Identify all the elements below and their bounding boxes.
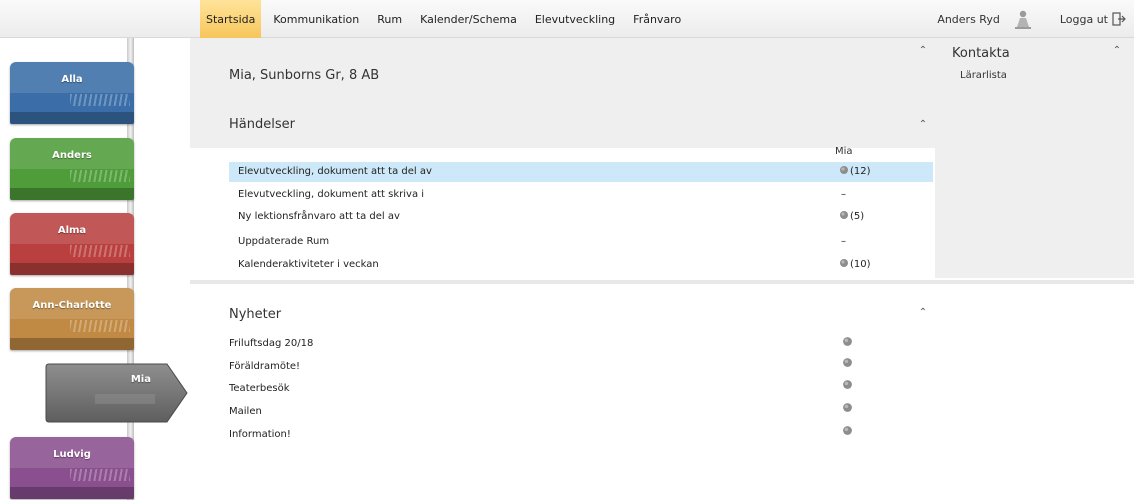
gray-dot-icon[interactable] [842, 402, 853, 413]
nav-kommunikation[interactable]: Kommunikation [267, 0, 365, 38]
nav-rum[interactable]: Rum [371, 0, 408, 38]
event-count-value: – [841, 236, 846, 247]
student-tab-ludvig[interactable]: Ludvig [10, 437, 134, 499]
event-count[interactable]: (5) [839, 207, 864, 227]
event-count-value: (12) [850, 166, 871, 177]
event-count-value: (10) [850, 259, 871, 270]
event-row[interactable]: Ny lektionsfrånvaro att ta del av (5) [229, 207, 933, 227]
user-area: Anders Ryd Logga ut [937, 0, 1126, 38]
gray-dot-icon[interactable] [842, 336, 853, 347]
student-tab-label: Mia [130, 374, 151, 385]
section-divider [190, 280, 1134, 284]
event-label: Kalenderaktiviteter i veckan [238, 259, 379, 270]
news-item[interactable]: Friluftsdag 20/18 [229, 334, 313, 354]
student-tab-label: Ludvig [53, 449, 91, 460]
gray-dot-icon[interactable] [842, 357, 853, 368]
double-chevron-up-icon[interactable]: ⌃ [918, 308, 928, 318]
student-tab-alma[interactable]: Alma [10, 213, 134, 275]
nav-startsida[interactable]: Startsida [200, 0, 262, 38]
event-label: Uppdaterade Rum [238, 236, 330, 247]
gray-dot-icon[interactable] [842, 379, 853, 390]
event-row[interactable]: Elevutveckling, dokument att ta del av (… [229, 162, 933, 182]
event-count-value: (5) [850, 211, 865, 222]
event-label: Ny lektionsfrånvaro att ta del av [238, 211, 400, 222]
events-heading: Händelser [229, 117, 295, 132]
teacher-list-link[interactable]: Lärarlista [960, 70, 1007, 81]
student-tab-label: Alla [61, 74, 83, 85]
event-label: Elevutveckling, dokument att skriva i [238, 189, 425, 200]
double-chevron-up-icon[interactable]: ⌃ [918, 120, 928, 130]
events-column-header: Mia [835, 146, 853, 157]
contact-heading: Kontakta [952, 46, 1010, 61]
event-label: Elevutveckling, dokument att ta del av [238, 166, 432, 177]
news-item[interactable]: Föräldramöte! [229, 357, 300, 377]
event-row[interactable]: Kalenderaktiviteter i veckan (10) [229, 255, 933, 275]
student-tab-mia-selected[interactable]: Mia [45, 362, 189, 424]
gray-dot-icon[interactable] [842, 425, 853, 436]
logout-icon[interactable] [1112, 12, 1126, 26]
news-item[interactable]: Information! [229, 425, 291, 445]
student-tab-anders[interactable]: Anders [10, 138, 134, 200]
nav-elevutveckling[interactable]: Elevutveckling [529, 0, 621, 38]
user-name[interactable]: Anders Ryd [937, 13, 1000, 26]
main-nav: Startsida Kommunikation Rum Kalender/Sch… [200, 0, 687, 38]
gray-dot-icon [840, 211, 848, 219]
nav-kalender-schema[interactable]: Kalender/Schema [414, 0, 523, 38]
news-item[interactable]: Teaterbesök [229, 379, 290, 399]
contact-column [935, 148, 1134, 278]
user-icon[interactable] [1014, 9, 1032, 29]
event-count[interactable]: (12) [839, 162, 871, 182]
gray-dot-icon [840, 259, 848, 267]
student-tab-ann-charlotte[interactable]: Ann-Charlotte [10, 288, 134, 350]
event-row[interactable]: Uppdaterade Rum – [229, 232, 933, 252]
student-tab-label: Anders [52, 150, 92, 161]
student-tab-label: Ann-Charlotte [32, 300, 112, 311]
event-count[interactable]: (10) [839, 255, 871, 275]
gray-dot-icon [840, 166, 848, 174]
event-row[interactable]: Elevutveckling, dokument att skriva i – [229, 185, 933, 205]
double-chevron-up-icon[interactable]: ⌃ [1112, 46, 1122, 56]
top-navigation-bar: Startsida Kommunikation Rum Kalender/Sch… [0, 0, 1134, 38]
news-item[interactable]: Mailen [229, 402, 262, 422]
student-tab-label: Alma [57, 225, 87, 236]
event-count-value: – [841, 189, 846, 200]
nav-franvaro[interactable]: Frånvaro [627, 0, 687, 38]
news-heading: Nyheter [229, 307, 282, 322]
student-tab-alla[interactable]: Alla [10, 62, 134, 124]
double-chevron-up-icon[interactable]: ⌃ [918, 46, 928, 56]
logout-link[interactable]: Logga ut [1060, 13, 1108, 26]
student-title: Mia, Sunborns Gr, 8 AB [229, 68, 380, 83]
student-sidebar: Alla Anders Alma Ann-Charlotte Mia Ludvi… [0, 38, 190, 500]
